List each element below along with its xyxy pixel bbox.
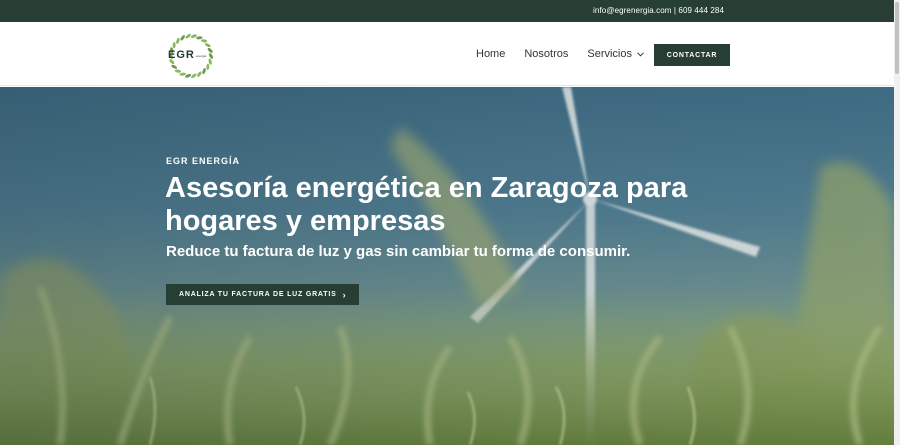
hero-eyebrow: EGR ENERGÍA	[166, 156, 241, 166]
site-header: EGR energía Home Nosotros Servicios CONT…	[0, 22, 894, 86]
top-contact-bar: info@egrenergia.com | 609 444 284	[0, 0, 894, 22]
nav-item-home[interactable]: Home	[476, 48, 505, 60]
contactar-button[interactable]: CONTACTAR	[654, 44, 730, 66]
main-nav: Home Nosotros Servicios	[476, 22, 663, 86]
hero-section: EGR ENERGÍA Asesoría energética en Zarag…	[0, 87, 894, 445]
analyze-bill-button-label: ANALIZA TU FACTURA DE LUZ GRATIS	[179, 291, 337, 298]
nav-item-label: Nosotros	[524, 48, 569, 60]
nav-item-label: Home	[476, 48, 506, 60]
page-scrollbar[interactable]	[894, 0, 900, 445]
hero-overlay	[0, 87, 894, 445]
site-logo[interactable]: EGR energía	[166, 31, 216, 81]
logo-subtext: energía	[196, 54, 207, 58]
hero-title: Asesoría energética en Zaragoza para hog…	[165, 172, 688, 237]
chevron-down-icon	[637, 50, 644, 59]
scrollbar-thumb[interactable]	[895, 2, 899, 74]
logo-text: EGR	[168, 49, 195, 61]
analyze-bill-button[interactable]: ANALIZA TU FACTURA DE LUZ GRATIS ›	[166, 284, 360, 305]
hero-subtitle: Reduce tu factura de luz y gas sin cambi…	[166, 243, 631, 260]
email-link[interactable]: info@egrenergia.com	[593, 6, 672, 15]
phone-link[interactable]: 609 444 284	[678, 6, 724, 15]
nav-item-servicios[interactable]: Servicios	[587, 48, 644, 60]
nav-item-label: Servicios	[587, 48, 632, 60]
chevron-right-icon: ›	[342, 289, 347, 300]
contact-info: info@egrenergia.com | 609 444 284	[593, 0, 724, 22]
contact-separator: |	[673, 6, 677, 15]
nav-item-nosotros[interactable]: Nosotros	[524, 48, 568, 60]
